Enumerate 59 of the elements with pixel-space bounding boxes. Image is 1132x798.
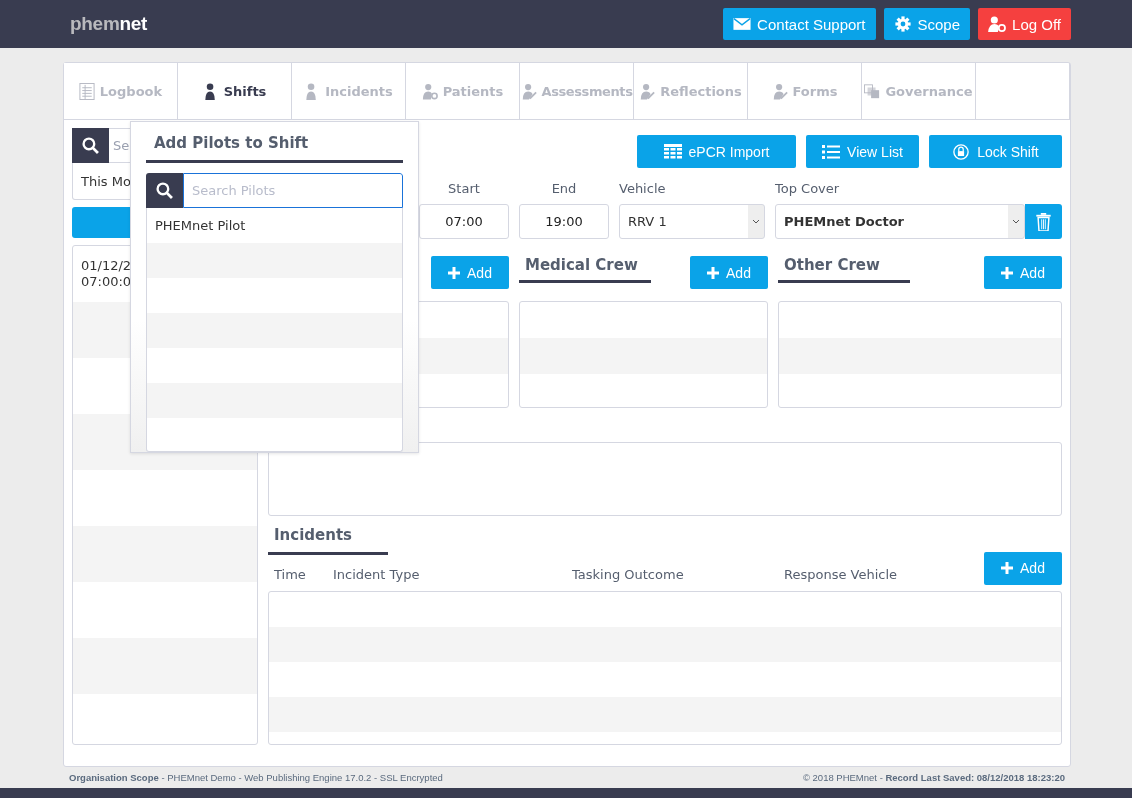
table-icon [663,143,682,160]
caret-icon [1012,219,1020,224]
contact-support-button[interactable]: Contact Support [723,8,876,40]
user-gear-icon [988,16,1007,32]
plus-icon [448,266,461,279]
toolbar-button[interactable]: View List [806,135,919,168]
envelope-icon [733,16,752,32]
column-header: Tasking Outcome [572,567,684,582]
popup-title: Add Pilots to Shift [146,122,403,163]
section-heading: Incidents [268,522,388,555]
vehicle-select[interactable]: RRV 1 [619,204,765,239]
user-pen-icon [771,82,788,100]
lock-icon [952,143,971,160]
tab[interactable]: Governance [862,63,976,119]
caret-icon [752,219,760,224]
add-button[interactable]: Add [984,551,1062,585]
column-header: Time [274,567,306,582]
section-heading: Medical Crew [519,256,651,283]
search-icon [156,181,173,199]
search-field[interactable]: Search Pilots [183,173,403,208]
list-icon [822,143,841,160]
column-header: Incident Type [333,567,420,582]
end-time-field[interactable]: 19:00 [519,204,609,239]
ledger-icon [78,82,95,100]
delete-button[interactable] [1025,204,1062,239]
search-button[interactable] [146,173,183,208]
tab[interactable]: Logbook [64,63,178,119]
field-label: End [550,181,578,198]
field-label: Top Cover [775,181,841,198]
search-button[interactable] [72,128,109,163]
tab[interactable]: Assessments [520,63,634,119]
field-label: Start [447,181,481,198]
add-button[interactable]: Add [431,256,509,289]
add-button[interactable]: Add [690,256,768,289]
start-time-field[interactable]: 07:00 [419,204,509,239]
add-button[interactable]: Add [984,256,1062,289]
footer-text: Organisation Scope - PHEMnet Demo - Web Publishing Engine 17.0.2 - SSL Encrypted [69,772,443,783]
plus-icon [1001,562,1014,574]
pilot-list-item[interactable]: PHEMnet Pilot [147,207,402,243]
plus-icon [1001,266,1014,279]
log-off-button[interactable]: Log Off [978,8,1071,40]
user-pen-icon [639,82,656,100]
column-header: Response Vehicle [784,567,898,582]
user-pen-icon [520,82,537,100]
toolbar-button[interactable]: Lock Shift [929,135,1062,168]
settings-icon [893,16,912,32]
stacked-pages-icon [864,82,881,100]
notes-field[interactable] [268,442,1062,516]
plus-icon [707,266,720,279]
top-cover-select[interactable]: PHEMnet Doctor [775,204,1025,239]
field-label: Vehicle [619,181,667,198]
section-heading: Other Crew [778,256,910,283]
search-icon [82,137,99,154]
toolbar-button[interactable]: ePCR Import [637,135,796,168]
scope-button[interactable]: Scope [883,8,971,40]
user-gear-icon [421,82,438,100]
logo: phemnet [70,13,148,35]
footer-text: © 2018 PHEMnet - Record Last Saved: 08/12/2018 18:23:20 [802,772,1065,783]
trash-icon [1036,212,1051,231]
